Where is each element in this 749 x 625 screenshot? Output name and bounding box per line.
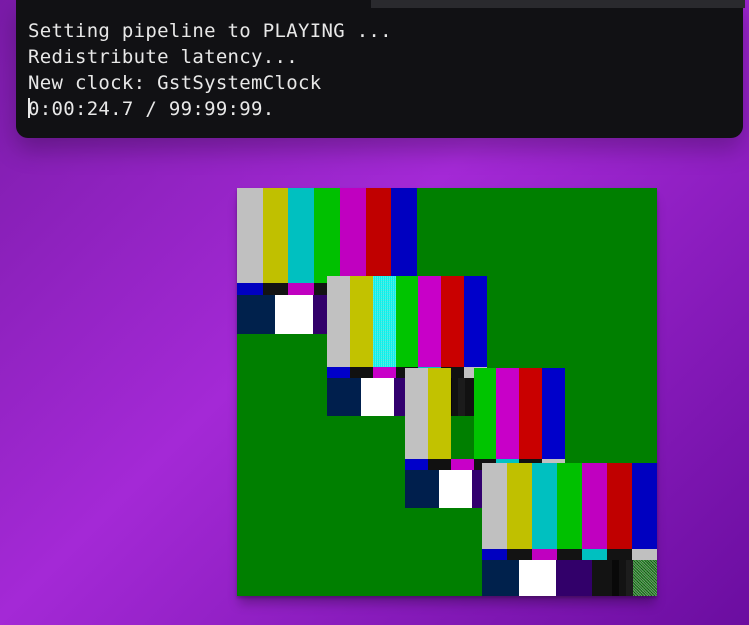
video-output-window[interactable]: [237, 188, 657, 596]
terminal-progress-line: 0:00:24.7 / 99:99:99.: [28, 96, 731, 122]
test-pattern: [482, 463, 657, 596]
terminal-line-text: 0:00:24.7 / 99:99:99.: [28, 98, 275, 120]
terminal-line: Redistribute latency...: [28, 44, 731, 70]
terminal-window[interactable]: Setting pipeline to PLAYING ... Redistri…: [16, 0, 743, 138]
terminal-line: New clock: GstSystemClock: [28, 70, 731, 96]
inactive-tab-strip: [371, 0, 745, 8]
terminal-line: Setting pipeline to PLAYING ...: [28, 18, 731, 44]
